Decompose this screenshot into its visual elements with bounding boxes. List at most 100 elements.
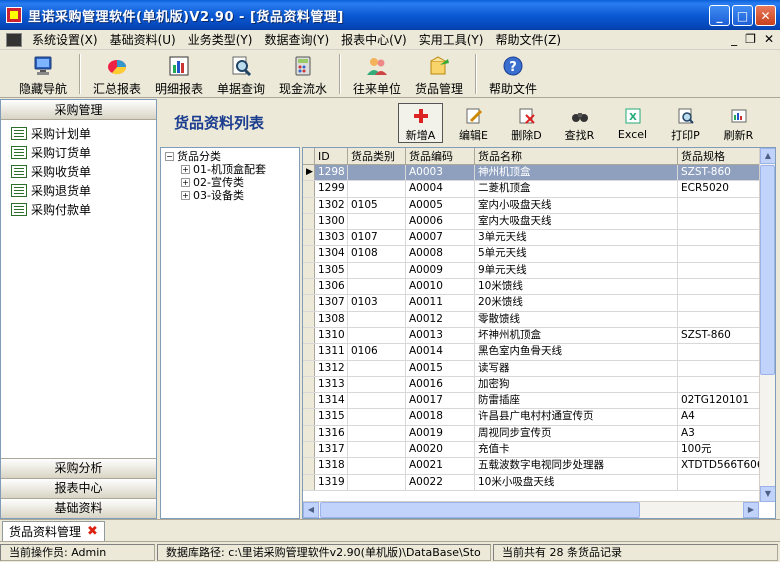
collapse-icon[interactable]: − bbox=[165, 152, 174, 161]
cell-id[interactable]: 1306 bbox=[315, 279, 348, 295]
close-icon[interactable]: ✖ bbox=[87, 524, 98, 539]
horizontal-scrollbar[interactable]: ◀ ▶ bbox=[303, 501, 759, 518]
cell-name[interactable]: 3单元天线 bbox=[475, 230, 678, 246]
cell-id[interactable]: 1314 bbox=[315, 393, 348, 409]
cell-category[interactable] bbox=[348, 376, 406, 393]
cell-code[interactable]: A0014 bbox=[406, 344, 475, 360]
cell-name[interactable]: 加密狗 bbox=[475, 376, 678, 393]
cell-name[interactable]: 五载波数字电视同步处理器 bbox=[475, 458, 678, 474]
tab-goods-management[interactable]: 货品资料管理 ✖ bbox=[2, 521, 105, 541]
table-row[interactable]: 1308 A0012 零散馈线 bbox=[303, 311, 775, 328]
cell-id[interactable]: 1319 bbox=[315, 474, 348, 490]
scroll-thumb[interactable] bbox=[320, 502, 640, 518]
cell-spec[interactable]: SZST-860 bbox=[678, 327, 764, 344]
cell-spec[interactable] bbox=[678, 246, 764, 262]
scroll-thumb[interactable] bbox=[760, 165, 775, 375]
table-row[interactable]: 1319 A0022 10米小吸盘天线 bbox=[303, 474, 775, 491]
menu-business-type[interactable]: 业务类型(Y) bbox=[182, 31, 259, 48]
delete-button[interactable]: 删除D bbox=[504, 103, 549, 143]
menu-help[interactable]: 帮助文件(Z) bbox=[489, 31, 567, 48]
cell-id[interactable]: 1313 bbox=[315, 376, 348, 393]
cell-code[interactable]: A0017 bbox=[406, 393, 475, 409]
cell-code[interactable]: A0022 bbox=[406, 474, 475, 490]
summary-report-button[interactable]: 汇总报表 bbox=[86, 51, 148, 97]
cell-id[interactable]: 1316 bbox=[315, 425, 348, 442]
cell-spec[interactable]: ECR5020 bbox=[678, 181, 764, 197]
cell-name[interactable]: 室内小吸盘天线 bbox=[475, 197, 678, 213]
table-row[interactable]: 1312 A0015 读写器 bbox=[303, 360, 775, 377]
cell-spec[interactable] bbox=[678, 295, 764, 311]
cell-name[interactable]: 9单元天线 bbox=[475, 262, 678, 279]
cell-category[interactable] bbox=[348, 327, 406, 344]
excel-button[interactable]: X Excel bbox=[610, 103, 655, 143]
cell-spec[interactable] bbox=[678, 376, 764, 393]
refresh-button[interactable]: 刷新R bbox=[716, 103, 761, 143]
cash-flow-button[interactable]: 现金流水 bbox=[272, 51, 334, 97]
cell-spec[interactable] bbox=[678, 474, 764, 490]
nav-item-purchase-return[interactable]: 采购退货单 bbox=[1, 181, 156, 200]
cell-category[interactable] bbox=[348, 442, 406, 458]
cell-name[interactable]: 室内大吸盘天线 bbox=[475, 213, 678, 230]
cell-spec[interactable] bbox=[678, 311, 764, 327]
cell-category[interactable] bbox=[348, 474, 406, 490]
column-header-category[interactable]: 货品类别 bbox=[348, 148, 406, 164]
cell-name[interactable]: 充值卡 bbox=[475, 442, 678, 458]
cell-spec[interactable]: 100元 bbox=[678, 442, 764, 458]
cell-id[interactable]: 1298 bbox=[315, 165, 348, 181]
hide-nav-button[interactable]: 隐藏导航 bbox=[12, 51, 74, 97]
cell-id[interactable]: 1307 bbox=[315, 295, 348, 311]
cell-spec[interactable] bbox=[678, 344, 764, 360]
scroll-down-icon[interactable]: ▼ bbox=[760, 486, 775, 502]
cell-name[interactable]: 坏神州机顶盒 bbox=[475, 327, 678, 344]
cell-id[interactable]: 1308 bbox=[315, 311, 348, 327]
table-row[interactable]: 1311 0106 A0014 黑色室内鱼骨天线 bbox=[303, 344, 775, 361]
cell-category[interactable]: 0103 bbox=[348, 295, 406, 311]
column-header-id[interactable]: ID bbox=[315, 148, 348, 164]
goods-mgmt-button[interactable]: 货品管理 bbox=[408, 51, 470, 97]
cell-name[interactable]: 10米馈线 bbox=[475, 279, 678, 295]
cell-name[interactable]: 读写器 bbox=[475, 360, 678, 376]
cell-category[interactable] bbox=[348, 360, 406, 376]
table-row[interactable]: 1314 A0017 防雷插座 02TG120101 bbox=[303, 393, 775, 410]
cell-category[interactable] bbox=[348, 165, 406, 181]
table-row[interactable]: 1302 0105 A0005 室内小吸盘天线 bbox=[303, 197, 775, 214]
cell-id[interactable]: 1304 bbox=[315, 246, 348, 262]
cell-category[interactable] bbox=[348, 425, 406, 442]
cell-code[interactable]: A0008 bbox=[406, 246, 475, 262]
table-row[interactable]: 1313 A0016 加密狗 bbox=[303, 376, 775, 394]
cell-spec[interactable]: A4 bbox=[678, 409, 764, 425]
cell-id[interactable]: 1299 bbox=[315, 181, 348, 197]
detail-report-button[interactable]: 明细报表 bbox=[148, 51, 210, 97]
print-button[interactable]: 打印P bbox=[663, 103, 708, 143]
tree-node-category[interactable]: +02-宣传类 bbox=[165, 176, 295, 189]
cell-code[interactable]: A0019 bbox=[406, 425, 475, 442]
cell-code[interactable]: A0007 bbox=[406, 230, 475, 246]
nav-item-purchase-order[interactable]: 采购订货单 bbox=[1, 143, 156, 162]
edit-button[interactable]: 编辑E bbox=[451, 103, 496, 143]
cell-code[interactable]: A0004 bbox=[406, 181, 475, 197]
partners-button[interactable]: 往来单位 bbox=[346, 51, 408, 97]
cell-spec[interactable] bbox=[678, 213, 764, 230]
nav-section-report-center[interactable]: 报表中心 bbox=[1, 478, 156, 498]
table-row[interactable]: 1317 A0020 充值卡 100元 bbox=[303, 442, 775, 459]
scroll-left-icon[interactable]: ◀ bbox=[303, 502, 319, 518]
cell-spec[interactable] bbox=[678, 197, 764, 213]
cell-name[interactable]: 10米小吸盘天线 bbox=[475, 474, 678, 490]
menu-data-query[interactable]: 数据查询(Y) bbox=[258, 31, 335, 48]
cell-code[interactable]: A0012 bbox=[406, 311, 475, 327]
nav-item-purchase-receipt[interactable]: 采购收货单 bbox=[1, 162, 156, 181]
nav-item-purchase-payment[interactable]: 采购付款单 bbox=[1, 200, 156, 219]
cell-category[interactable] bbox=[348, 311, 406, 327]
cell-name[interactable]: 神州机顶盒 bbox=[475, 165, 678, 181]
cell-id[interactable]: 1311 bbox=[315, 344, 348, 360]
cell-spec[interactable]: A3 bbox=[678, 425, 764, 442]
table-row[interactable]: ▶ 1298 A0003 神州机顶盒 SZST-860 bbox=[303, 165, 775, 182]
cell-code[interactable]: A0009 bbox=[406, 262, 475, 279]
cell-id[interactable]: 1315 bbox=[315, 409, 348, 425]
cell-name[interactable]: 二菱机顶盒 bbox=[475, 181, 678, 197]
cell-id[interactable]: 1300 bbox=[315, 213, 348, 230]
table-row[interactable]: 1318 A0021五载波数字电视同步处理器XTDTD566T606MI bbox=[303, 458, 775, 475]
column-header-spec[interactable]: 货品规格 bbox=[678, 148, 764, 164]
table-row[interactable]: 1300 A0006 室内大吸盘天线 bbox=[303, 213, 775, 231]
cell-code[interactable]: A0006 bbox=[406, 213, 475, 230]
